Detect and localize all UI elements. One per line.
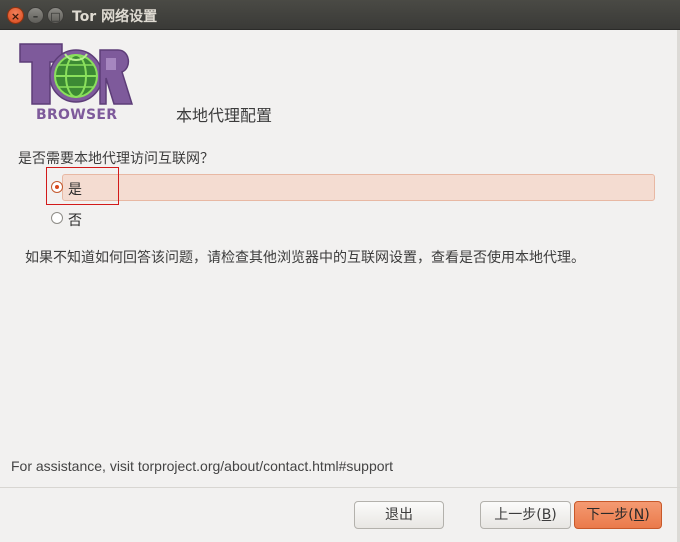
radio-no-label[interactable]: 否 — [68, 210, 82, 230]
minimize-window-button[interactable]: – — [27, 7, 44, 24]
close-window-button[interactable]: × — [7, 7, 24, 24]
help-text: 如果不知道如何回答该问题，请检查其他浏览器中的互联网设置，查看是否使用本地代理。 — [25, 250, 585, 266]
next-suffix: ) — [644, 507, 650, 523]
next-mnemonic: N — [633, 507, 645, 523]
next-button[interactable]: 下一步(N) — [574, 501, 662, 529]
page-title: 本地代理配置 — [176, 106, 273, 125]
minimize-icon: – — [32, 10, 39, 23]
quit-button-label: 退出 — [385, 507, 413, 523]
quit-button[interactable]: 退出 — [354, 501, 444, 529]
back-mnemonic: B — [541, 507, 552, 523]
radio-no[interactable] — [51, 212, 63, 224]
back-button[interactable]: 上一步(B) — [480, 501, 571, 529]
footer-divider — [0, 487, 680, 488]
back-suffix: ) — [551, 507, 557, 523]
proxy-question: 是否需要本地代理访问互联网？ — [18, 151, 214, 167]
assistance-link-text[interactable]: For assistance, visit torproject.org/abo… — [11, 458, 393, 474]
annotation-highlight-box — [46, 167, 119, 205]
maximize-icon: □ — [50, 10, 61, 23]
selected-option-highlight — [62, 174, 655, 201]
logo-wordmark: BROWSER — [36, 107, 118, 123]
next-button-label: 下一步( — [586, 507, 634, 523]
window-title: Tor 网络设置 — [72, 9, 158, 25]
back-button-label: 上一步( — [494, 507, 542, 523]
window-titlebar: × – □ Tor 网络设置 — [0, 0, 680, 30]
close-icon: × — [10, 10, 21, 23]
maximize-window-button[interactable]: □ — [47, 7, 64, 24]
